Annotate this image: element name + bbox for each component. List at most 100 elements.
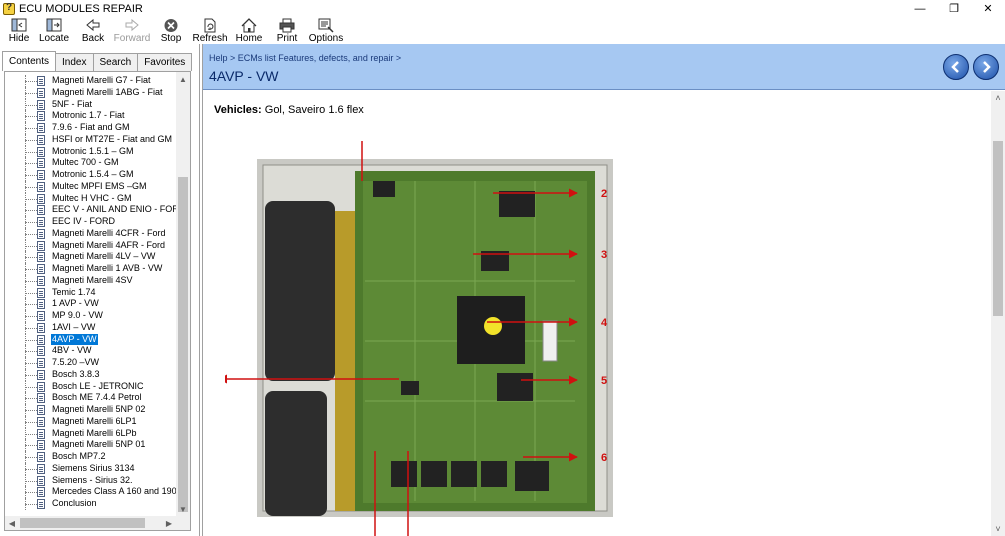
content-scroll-up-icon[interactable]: ˄	[991, 91, 1005, 105]
home-icon	[241, 18, 257, 33]
close-button[interactable]: ✕	[971, 0, 1005, 17]
navigation-tabs: Contents Index Search Favorites	[2, 51, 193, 71]
tree-item[interactable]: EEC V - ANIL AND ENIO - FORD	[5, 204, 185, 216]
tree-item-label: Conclusion	[52, 498, 97, 508]
tree-item-label: Bosch MP7.2	[52, 451, 106, 461]
tree-item-label: Magneti Marelli 6LPb	[52, 427, 137, 438]
home-button[interactable]: Home	[230, 17, 268, 44]
back-button[interactable]: Back	[74, 17, 112, 44]
tree-item[interactable]: Magneti Marelli 4AFR - Ford	[5, 239, 176, 252]
tree-item[interactable]: Motronic 1.5.4 – GM	[5, 169, 176, 181]
tree-item[interactable]: Magneti Marelli 4CFR - Ford	[5, 227, 176, 240]
hide-icon	[11, 18, 27, 32]
locate-button[interactable]: Locate	[34, 17, 74, 44]
tree-horizontal-scrollbar[interactable]: ◀ ▶	[5, 516, 176, 530]
tree-item[interactable]: Motronic 1.5.1 – GM	[5, 145, 176, 158]
tree-branch-line	[25, 233, 37, 235]
previous-topic-button[interactable]	[943, 54, 969, 80]
topic-page-icon	[37, 87, 45, 98]
tree-item[interactable]: Conclusion	[5, 498, 176, 510]
tree-item[interactable]: 5NF - Fiat	[5, 98, 176, 111]
scroll-left-arrow-icon[interactable]: ◀	[5, 516, 19, 530]
back-arrow-icon	[86, 18, 100, 32]
tree-item[interactable]: Multec 700 - GM	[5, 157, 176, 169]
tree-item[interactable]: Magneti Marelli 5NP 01	[5, 439, 176, 451]
tree-item-label: Magneti Marelli 6LP1	[52, 415, 137, 426]
tree-item-label: MP 9.0 - VW	[52, 310, 103, 320]
forward-button[interactable]: Forward	[112, 17, 152, 44]
tree-item[interactable]: Magneti Marelli 1ABG - Fiat	[5, 86, 176, 99]
tree-item[interactable]: MP 9.0 - VW	[5, 310, 176, 322]
next-topic-button[interactable]	[973, 54, 999, 80]
tab-index[interactable]: Index	[55, 53, 94, 71]
tree-item[interactable]: Bosch MP7.2	[5, 451, 176, 463]
tree-vertical-scroll-thumb[interactable]	[178, 177, 188, 512]
tree-branch-line	[25, 386, 37, 388]
topic-page-icon	[37, 440, 45, 451]
tree-branch-line	[25, 398, 37, 400]
tree-item[interactable]: Magneti Marelli 4LV – VW	[5, 251, 176, 263]
scroll-down-arrow-icon[interactable]: ▼	[176, 502, 190, 516]
tree-item[interactable]: 4AVP - VW	[5, 333, 176, 346]
tree-item[interactable]: 4BV - VW	[5, 345, 176, 357]
topic-page-icon	[37, 99, 45, 110]
tree-item[interactable]: Bosch ME 7.4.4 Petrol	[5, 392, 176, 404]
stop-button[interactable]: Stop	[152, 17, 190, 44]
tab-search[interactable]: Search	[92, 53, 139, 71]
tab-contents[interactable]: Contents	[2, 51, 57, 71]
tree-item[interactable]: Temic 1.74	[5, 286, 176, 299]
tree-item-label: Magneti Marelli 5NP 02	[52, 404, 146, 414]
tree-item-label: Magneti Marelli 1ABG - Fiat	[52, 86, 163, 97]
tree-item[interactable]: Bosch LE - JETRONIC	[5, 380, 176, 393]
tree-item[interactable]: 7.5.20 –VW	[5, 357, 176, 369]
topic-page-icon	[37, 181, 45, 192]
tree-item[interactable]: 1 AVP - VW	[5, 298, 176, 310]
tree-item[interactable]: Magneti Marelli 4SV	[5, 274, 176, 287]
tree-item-label: EEC IV - FORD	[52, 216, 116, 226]
connector-bottom	[265, 391, 327, 516]
tree-horizontal-scroll-thumb[interactable]	[20, 518, 145, 528]
content-scroll-down-icon[interactable]: ˅	[991, 522, 1005, 536]
tree-item[interactable]: Siemens Sirius 3134	[5, 462, 176, 475]
content-vertical-scrollbar[interactable]: ˄ ˅	[991, 91, 1005, 536]
tree-item[interactable]: Magneti Marelli 6LPb	[5, 427, 176, 440]
chip-2	[499, 191, 535, 217]
tree-item[interactable]: HSFI or MT27E - Fiat and GM	[5, 133, 176, 146]
printer-icon	[279, 18, 295, 33]
options-button[interactable]: Options	[306, 17, 346, 44]
tree-item[interactable]: Magneti Marelli 5NP 02	[5, 404, 176, 416]
topic-page-icon	[37, 463, 45, 474]
scroll-right-arrow-icon[interactable]: ▶	[162, 516, 176, 530]
topic-page-icon	[37, 240, 45, 251]
tree-item[interactable]: Multec MPFI EMS –GM	[5, 180, 176, 193]
minimize-button[interactable]: —	[903, 0, 937, 17]
tree-item[interactable]: 1AVI – VW	[5, 321, 176, 334]
scroll-up-arrow-icon[interactable]: ▲	[176, 72, 190, 86]
maximize-button[interactable]: ❐	[937, 0, 971, 17]
content-scroll-thumb[interactable]	[993, 141, 1003, 316]
topic-page-icon	[37, 346, 45, 357]
tree-item[interactable]: Motronic 1.7 - Fiat	[5, 110, 176, 122]
tree-item[interactable]: Siemens - Sirius 32.	[5, 474, 176, 487]
tree-item[interactable]: 7.9.6 - Fiat and GM	[5, 122, 176, 134]
topic-page-icon	[37, 170, 45, 180]
barcode-label	[542, 320, 558, 362]
tree-item-label: 4AVP - VW	[51, 333, 98, 345]
refresh-button[interactable]: Refresh	[190, 17, 230, 44]
print-button[interactable]: Print	[268, 17, 306, 44]
hide-button[interactable]: Hide	[4, 17, 34, 44]
tree-item[interactable]: Bosch 3.8.3	[5, 368, 176, 381]
tree-vertical-scrollbar[interactable]: ▲ ▼	[176, 72, 190, 516]
tree-item[interactable]: Multec H VHC - GM	[5, 192, 176, 205]
tree-branch-line	[25, 280, 37, 282]
vehicles-line: Vehicles: Gol, Saveiro 1.6 flex	[214, 104, 364, 116]
tree-item[interactable]: Magneti Marelli G7 - Fiat	[5, 75, 176, 87]
tree-item[interactable]: Mercedes Class A 160 and 190 - V	[5, 486, 190, 498]
tree-item[interactable]: Magneti Marelli 1 AVB - VW	[5, 263, 176, 275]
tab-favorites[interactable]: Favorites	[137, 53, 193, 71]
tree-item[interactable]: Magneti Marelli 6LP1	[5, 415, 176, 428]
tree-item[interactable]: EEC IV - FORD	[5, 216, 176, 228]
tree-list: Magneti Marelli G7 - Fiat Magneti Marelli…	[5, 75, 190, 510]
page-title: 4AVP - VW	[209, 68, 279, 84]
breadcrumb[interactable]: Help > ECMs list Features, defects, and …	[209, 53, 401, 63]
